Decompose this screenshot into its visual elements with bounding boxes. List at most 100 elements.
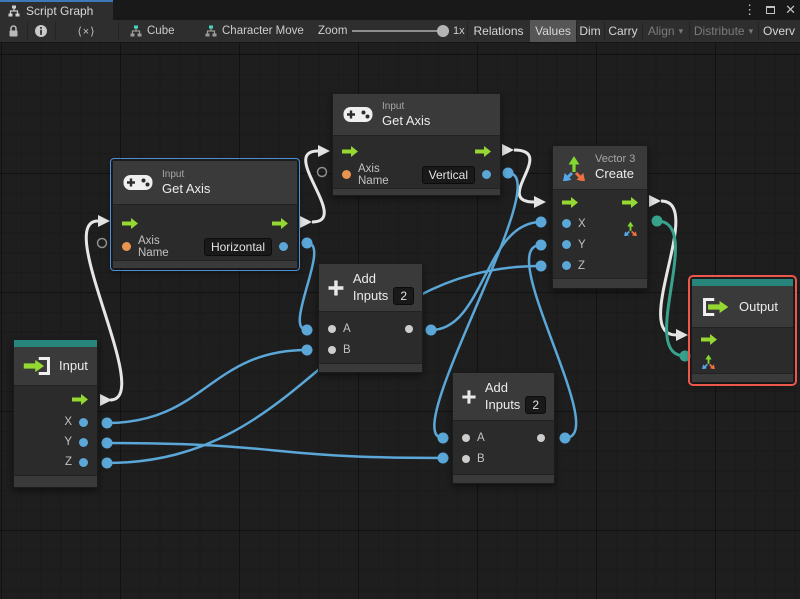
flow-arrowhead	[676, 329, 688, 341]
wire-input-y-to-add2-b	[106, 441, 444, 460]
plus-icon	[462, 389, 476, 404]
breadcrumb-cube[interactable]: Cube	[130, 20, 175, 42]
flow-arrowhead	[502, 144, 514, 156]
value-in-port[interactable]	[562, 219, 571, 228]
value-out-port[interactable]	[279, 242, 288, 251]
value-out-port[interactable]	[537, 433, 545, 442]
connection-dot	[101, 437, 113, 449]
node-title: Add	[352, 270, 377, 286]
overview-button[interactable]: Overv	[758, 20, 800, 42]
flow-in-port[interactable]	[701, 333, 717, 345]
value-in-port[interactable]	[462, 454, 470, 463]
inputs-count-field[interactable]: 2	[525, 395, 546, 414]
flow-out-port[interactable]	[622, 197, 638, 208]
lock-button[interactable]	[0, 20, 27, 42]
plus-icon	[328, 280, 344, 295]
connection-dot	[437, 452, 449, 464]
node-footer	[453, 474, 554, 483]
blackboard-variables-button[interactable]: ⟨×⟩	[55, 20, 118, 42]
connection-dot	[535, 260, 547, 272]
flow-out-port[interactable]	[475, 146, 491, 157]
flow-out-port[interactable]	[272, 218, 288, 229]
zoom-slider-track[interactable]	[352, 30, 449, 32]
node-title: Add	[484, 379, 509, 395]
inputs-count-field[interactable]: 2	[393, 286, 414, 305]
node-subtitle: Input	[382, 101, 405, 112]
value-in-port[interactable]	[328, 324, 336, 333]
info-button[interactable]	[27, 20, 55, 42]
values-button[interactable]: Values	[530, 20, 576, 42]
node-footer	[692, 373, 793, 382]
graph-asset-icon	[130, 25, 142, 37]
node-input-event[interactable]: Input X Y Z	[13, 339, 98, 488]
tab-script-graph[interactable]: Script Graph	[0, 0, 113, 20]
wire-flow-getaxis-v-to-vector3	[513, 148, 535, 204]
connection-dot	[502, 167, 514, 179]
window-controls: ⋮ ✕	[743, 0, 796, 20]
flow-in-port[interactable]	[342, 146, 358, 157]
value-out-port[interactable]	[482, 170, 491, 179]
breadcrumb-character-move[interactable]: Character Move	[205, 20, 304, 42]
flow-in-port[interactable]	[562, 197, 578, 208]
value-out-port[interactable]	[79, 417, 88, 427]
graph-canvas[interactable]: Input Get Axis Axis Name Horizontal Inpu…	[0, 43, 800, 599]
value-in-port[interactable]	[562, 240, 571, 249]
value-out-port[interactable]	[79, 457, 88, 467]
info-icon	[35, 25, 47, 37]
string-port[interactable]	[342, 170, 351, 179]
flow-arrowhead	[300, 216, 312, 228]
vector3-in-port[interactable]	[701, 354, 716, 369]
port-label: B	[477, 452, 485, 465]
axis-name-field[interactable]: Vertical	[421, 165, 475, 184]
connection-dot	[535, 239, 547, 251]
port-label: Y	[578, 238, 586, 251]
port-label: X	[578, 217, 586, 230]
port-label: Axis Name	[138, 234, 169, 259]
chevron-down-icon: ▾	[678, 25, 684, 36]
tab-title: Script Graph	[26, 4, 94, 18]
axis-name-field[interactable]: Horizontal	[203, 237, 272, 256]
wire-input-x-to-add1-b	[106, 348, 308, 425]
value-in-port[interactable]	[562, 261, 571, 270]
kebab-menu-icon[interactable]: ⋮	[743, 0, 756, 20]
distribute-dropdown[interactable]: Distribute ▾	[689, 20, 758, 42]
node-title: Get Axis	[162, 181, 211, 196]
value-out-port[interactable]	[405, 324, 413, 333]
node-get-axis-vertical[interactable]: Input Get Axis Axis Name Vertical	[332, 93, 501, 196]
wire-flow-vector3-to-output	[659, 199, 678, 337]
align-dropdown[interactable]: Align ▾	[642, 20, 689, 42]
node-footer	[113, 260, 297, 268]
tab-bar: Script Graph ⋮ ✕	[0, 0, 800, 20]
relations-button[interactable]: Relations	[467, 20, 530, 42]
output-event-icon	[703, 297, 729, 316]
node-add-2[interactable]: Add Inputs 2 A B	[452, 372, 555, 484]
graph-toolbar: ⟨×⟩ Cube Character Move Zoom 1x Relation…	[0, 20, 800, 43]
node-add-1[interactable]: Add Inputs 2 A B	[318, 263, 423, 373]
flow-in-port[interactable]	[122, 218, 138, 229]
value-out-port[interactable]	[79, 437, 88, 447]
chevron-down-icon: ▾	[748, 25, 754, 36]
value-in-port[interactable]	[328, 345, 336, 354]
string-port[interactable]	[122, 242, 131, 251]
flow-arrowhead	[98, 215, 110, 227]
dim-button[interactable]: Dim	[576, 20, 604, 42]
carry-button[interactable]: Carry	[604, 20, 642, 42]
flow-out-port[interactable]	[72, 393, 88, 405]
node-get-axis-horizontal[interactable]: Input Get Axis Axis Name Horizontal	[110, 158, 300, 271]
wire-vector3-to-output-value	[656, 219, 686, 358]
zoom-slider-handle[interactable]	[437, 25, 449, 37]
connection-dot	[559, 432, 571, 444]
node-vector3-create[interactable]: Vector 3 Create X Y Z	[552, 145, 648, 289]
value-in-port[interactable]	[462, 433, 470, 442]
breadcrumb-label: Character Move	[222, 25, 304, 37]
node-output-event[interactable]: Output	[688, 275, 797, 386]
connection-dot	[301, 324, 313, 336]
unconnected-port-circle	[316, 166, 328, 178]
input-event-icon	[23, 357, 50, 375]
graph-asset-icon	[205, 25, 217, 37]
flow-arrowhead	[318, 145, 330, 157]
node-footer	[14, 475, 97, 487]
flow-arrowhead	[534, 196, 546, 208]
close-icon[interactable]: ✕	[785, 0, 796, 20]
maximize-icon[interactable]	[766, 1, 776, 19]
